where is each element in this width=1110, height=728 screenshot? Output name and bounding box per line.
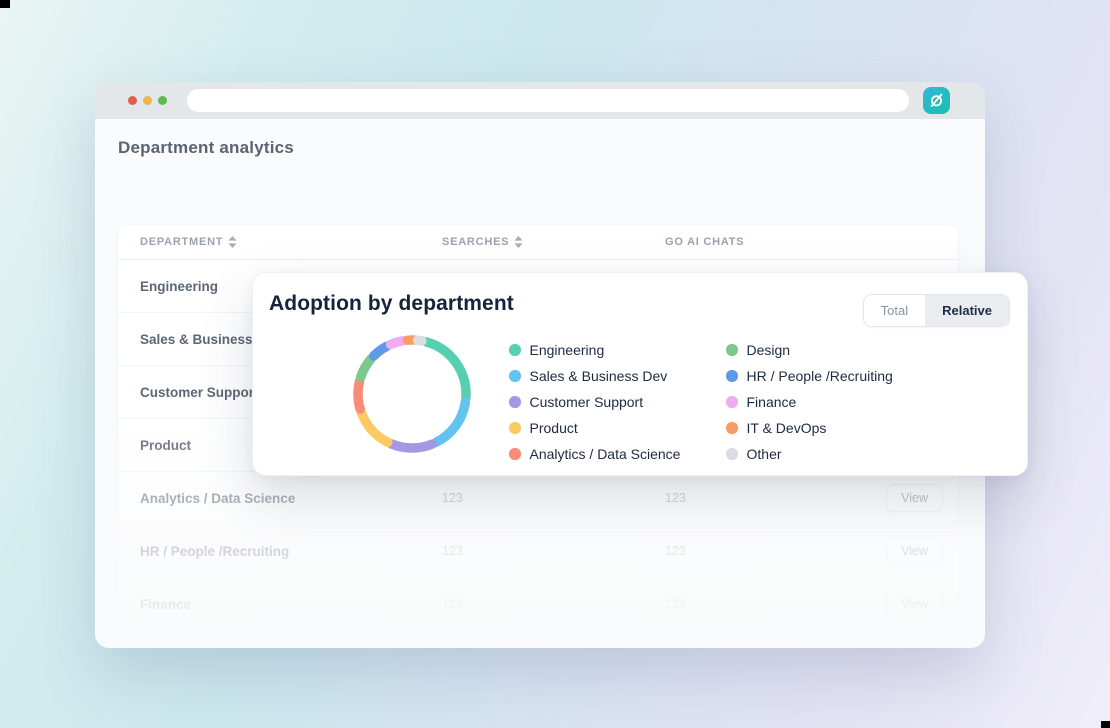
toggle-option-relative[interactable]: Relative [925,295,1009,326]
legend-color-dot [726,344,738,356]
donut-segment-other[interactable] [418,340,422,341]
go-links-extension-button[interactable] [923,87,950,114]
adoption-card-header: Adoption by department Total Relative [253,273,1027,327]
legend-label: IT & DevOps [747,420,827,436]
total-relative-toggle: Total Relative [863,294,1010,327]
legend-item: HR / People /Recruiting [726,363,893,389]
column-header-department[interactable]: DEPARTMENT [140,236,442,248]
searches-value: 123 [442,491,665,505]
table-row: HR / People /Recruiting123123View [118,525,958,578]
chart-legend-column-1: Engineering Sales & Business Dev Customer … [509,337,680,467]
donut-segment-hr-people-recruiting[interactable] [374,346,387,356]
legend-label: Analytics / Data Science [530,446,681,462]
legend-item: IT & DevOps [726,415,893,441]
adoption-by-department-card: Adoption by department Total Relative En… [252,272,1028,476]
browser-chrome [95,82,985,119]
table-row: IT & DevOps123123View [118,631,958,648]
legend-item: Analytics / Data Science [509,441,680,467]
close-window-button[interactable] [128,96,137,105]
legend-label: Design [747,342,791,358]
sort-icon [514,236,523,248]
page-title: Department analytics [118,138,294,158]
legend-label: Product [530,420,578,436]
chart-legend-column-2: Design HR / People /Recruiting Finance IT &… [726,337,893,467]
donut-segment-design[interactable] [361,359,371,377]
legend-color-dot [509,370,521,382]
view-button[interactable]: View [886,537,943,565]
department-name: Finance [140,597,442,612]
legend-color-dot [726,448,738,460]
table-header-row: DEPARTMENT SEARCHES [118,225,958,260]
maximize-window-button[interactable] [158,96,167,105]
legend-item: Design [726,337,893,363]
donut-segment-engineering[interactable] [426,342,466,398]
searches-value: 123 [442,597,665,611]
page-background: Department analytics DEPARTMENT SEARCHES [0,0,1110,728]
searches-value: 123 [442,544,665,558]
donut-segment-sales-business-dev[interactable] [436,402,465,443]
legend-label: Sales & Business Dev [530,368,668,384]
legend-item: Sales & Business Dev [509,363,680,389]
screenshot-artifact-bottom-right [1101,721,1110,728]
column-header-searches[interactable]: SEARCHES [442,236,665,248]
go-ai-chats-value: 123 [665,544,851,558]
sort-icon [228,236,237,248]
donut-segment-product[interactable] [361,413,387,442]
donut-segment-analytics-data-science[interactable] [358,381,360,409]
legend-item: Engineering [509,337,680,363]
view-button[interactable]: View [886,643,943,648]
donut-segment-finance[interactable] [390,341,403,345]
legend-color-dot [509,344,521,356]
table-row: Finance123123View [118,578,958,631]
legend-item: Other [726,441,893,467]
legend-color-dot [509,396,521,408]
legend-color-dot [726,370,738,382]
circle-slash-logo-icon [928,92,945,109]
department-name: HR / People /Recruiting [140,544,442,559]
adoption-card-title: Adoption by department [269,292,514,316]
legend-label: HR / People /Recruiting [747,368,893,384]
legend-color-dot [509,448,521,460]
legend-color-dot [509,422,521,434]
view-button[interactable]: View [886,590,943,618]
legend-color-dot [726,396,738,408]
legend-label: Customer Support [530,394,644,410]
legend-item: Customer Support [509,389,680,415]
donut-segment-customer-support[interactable] [391,444,432,448]
legend-label: Engineering [530,342,605,358]
go-ai-chats-value: 123 [665,491,851,505]
column-header-go-ai-chats: GO AI CHATS [665,236,851,248]
address-bar[interactable] [187,89,909,112]
minimize-window-button[interactable] [143,96,152,105]
legend-item: Finance [726,389,893,415]
legend-label: Finance [747,394,797,410]
toggle-option-total[interactable]: Total [864,295,925,326]
legend-label: Other [747,446,782,462]
table-row: Analytics / Data Science123123View [118,472,958,525]
view-button[interactable]: View [886,484,943,512]
legend-color-dot [726,422,738,434]
screenshot-artifact-top-left [0,0,10,8]
department-name: Analytics / Data Science [140,491,442,506]
adoption-donut-chart [352,334,472,454]
window-controls [128,96,167,105]
legend-item: Product [509,415,680,441]
go-ai-chats-value: 123 [665,597,851,611]
